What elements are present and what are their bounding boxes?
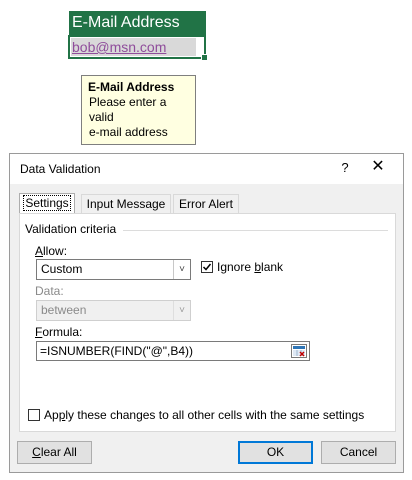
data-validation-dialog: Data Validation ? ✕ Settings Input Messa… [9,153,404,473]
tab-settings-label: Settings [23,195,71,211]
allow-dropdown-value: Custom [41,262,83,276]
formula-label: Formula: [35,325,83,339]
tab-input-message[interactable]: Input Message [81,194,171,213]
column-header-cell[interactable]: E-Mail Address [69,11,206,35]
chevron-down-icon: ˅ [173,301,190,320]
data-dropdown-value: between [41,303,87,317]
settings-panel [19,213,396,432]
help-button[interactable]: ? [338,160,352,175]
cancel-button[interactable]: Cancel [321,441,396,464]
close-button[interactable]: ✕ [367,157,389,177]
group-divider [123,230,388,231]
email-hyperlink[interactable]: bob@msn.com [71,38,196,56]
tooltip-line-2: e-mail address [89,125,168,139]
input-message-tooltip: E-Mail Address Please enter a valid e-ma… [81,75,196,145]
validation-criteria-label: Validation criteria [25,222,117,236]
formula-value: =ISNUMBER(FIND("@",B4)) [40,344,194,358]
range-selector-icon[interactable] [291,344,307,358]
ok-button[interactable]: OK [238,441,313,464]
allow-dropdown[interactable]: Custom ˅ [36,259,191,280]
ignore-blank-label[interactable]: Ignore blank [217,260,283,274]
ignore-blank-checkbox[interactable] [201,261,213,273]
selected-cell[interactable]: bob@msn.com [68,35,208,61]
allow-label: Allow: [35,244,68,258]
tab-error-alert[interactable]: Error Alert [173,194,239,213]
tooltip-line-1: Please enter a valid [89,95,167,124]
apply-all-checkbox[interactable] [28,409,40,421]
checkmark-icon [202,263,212,271]
fill-handle[interactable] [201,54,208,61]
apply-all-label[interactable]: Apply these changes to all other cells w… [44,408,364,422]
dialog-title: Data Validation [20,162,101,176]
chevron-down-icon[interactable]: ˅ [173,260,190,279]
data-label: Data: [35,284,64,298]
clear-all-button[interactable]: Clear All [17,441,92,464]
data-dropdown: between ˅ [36,300,191,321]
tab-settings[interactable]: Settings [19,193,75,213]
formula-input[interactable]: =ISNUMBER(FIND("@",B4)) [36,341,310,361]
tooltip-title: E-Mail Address [88,80,175,94]
dialog-titlebar[interactable]: Data Validation ? ✕ [10,154,403,184]
